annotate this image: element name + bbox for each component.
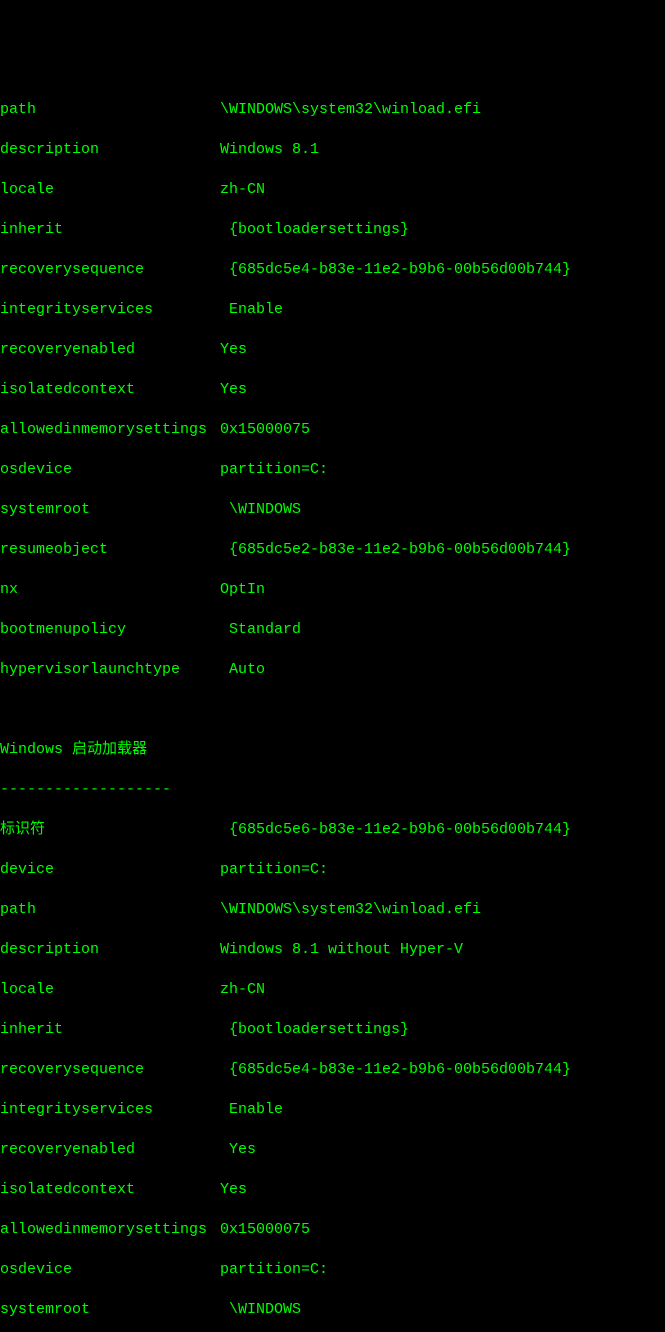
- config-key: path: [0, 900, 220, 920]
- config-value: OptIn: [220, 580, 265, 600]
- config-row: localezh-CN: [0, 180, 665, 200]
- config-key: description: [0, 140, 220, 160]
- config-value: {bootloadersettings}: [220, 1020, 409, 1040]
- config-row: recoveryenabled Yes: [0, 1140, 665, 1160]
- config-row: path\WINDOWS\system32\winload.efi: [0, 100, 665, 120]
- config-key: osdevice: [0, 1260, 220, 1280]
- config-row: hypervisorlaunchtype Auto: [0, 660, 665, 680]
- config-row: localezh-CN: [0, 980, 665, 1000]
- config-value: {685dc5e4-b83e-11e2-b9b6-00b56d00b744}: [220, 1060, 571, 1080]
- config-value: Standard: [220, 620, 301, 640]
- config-value: {685dc5e6-b83e-11e2-b9b6-00b56d00b744}: [220, 820, 571, 840]
- config-row: nxOptIn: [0, 580, 665, 600]
- config-row: inherit {bootloadersettings}: [0, 220, 665, 240]
- config-row: integrityservices Enable: [0, 1100, 665, 1120]
- config-row: allowedinmemorysettings0x15000075: [0, 1220, 665, 1240]
- config-key: isolatedcontext: [0, 380, 220, 400]
- config-value: Enable: [220, 1100, 283, 1120]
- config-value: Yes: [220, 1180, 247, 1200]
- config-key: recoveryenabled: [0, 1140, 220, 1160]
- config-row: recoverysequence {685dc5e4-b83e-11e2-b9b…: [0, 260, 665, 280]
- config-value: \WINDOWS\system32\winload.efi: [220, 100, 481, 120]
- config-key: allowedinmemorysettings: [0, 1220, 220, 1240]
- config-value: Yes: [220, 340, 247, 360]
- config-key: isolatedcontext: [0, 1180, 220, 1200]
- config-row: recoverysequence {685dc5e4-b83e-11e2-b9b…: [0, 1060, 665, 1080]
- config-value: {bootloadersettings}: [220, 220, 409, 240]
- config-value: {685dc5e4-b83e-11e2-b9b6-00b56d00b744}: [220, 260, 571, 280]
- config-key: description: [0, 940, 220, 960]
- config-value: \WINDOWS: [220, 1300, 301, 1320]
- blank-line: [0, 700, 665, 720]
- config-key: resumeobject: [0, 540, 220, 560]
- config-value: Yes: [220, 1140, 256, 1160]
- config-key: path: [0, 100, 220, 120]
- config-key: integrityservices: [0, 300, 220, 320]
- config-value: Auto: [220, 660, 265, 680]
- config-key: osdevice: [0, 460, 220, 480]
- config-key: inherit: [0, 220, 220, 240]
- config-row: integrityservices Enable: [0, 300, 665, 320]
- section-header: Windows 启动加载器: [0, 740, 665, 760]
- config-key: nx: [0, 580, 220, 600]
- config-row: isolatedcontextYes: [0, 380, 665, 400]
- config-key: bootmenupolicy: [0, 620, 220, 640]
- config-key: inherit: [0, 1020, 220, 1040]
- terminal-output: path\WINDOWS\system32\winload.efi descri…: [0, 80, 665, 1332]
- config-row: systemroot \WINDOWS: [0, 500, 665, 520]
- config-value: zh-CN: [220, 980, 265, 1000]
- config-value: 0x15000075: [220, 1220, 310, 1240]
- config-row: allowedinmemorysettings0x15000075: [0, 420, 665, 440]
- config-value: \WINDOWS\system32\winload.efi: [220, 900, 481, 920]
- config-row: resumeobject {685dc5e2-b83e-11e2-b9b6-00…: [0, 540, 665, 560]
- config-row: systemroot \WINDOWS: [0, 1300, 665, 1320]
- config-value: partition=C:: [220, 460, 328, 480]
- section-divider: -------------------: [0, 780, 665, 800]
- config-row: osdevicepartition=C:: [0, 460, 665, 480]
- config-key: 标识符: [0, 820, 220, 840]
- config-key: locale: [0, 980, 220, 1000]
- config-value: zh-CN: [220, 180, 265, 200]
- config-key: recoverysequence: [0, 260, 220, 280]
- config-row: devicepartition=C:: [0, 860, 665, 880]
- config-value: partition=C:: [220, 860, 328, 880]
- config-row: descriptionWindows 8.1: [0, 140, 665, 160]
- config-row: recoveryenabledYes: [0, 340, 665, 360]
- config-key: hypervisorlaunchtype: [0, 660, 220, 680]
- config-row: isolatedcontextYes: [0, 1180, 665, 1200]
- config-key: integrityservices: [0, 1100, 220, 1120]
- config-key: device: [0, 860, 220, 880]
- config-value: Windows 8.1: [220, 140, 319, 160]
- config-key: systemroot: [0, 1300, 220, 1320]
- config-key: allowedinmemorysettings: [0, 420, 220, 440]
- config-value: Yes: [220, 380, 247, 400]
- config-value: {685dc5e2-b83e-11e2-b9b6-00b56d00b744}: [220, 540, 571, 560]
- config-row: inherit {bootloadersettings}: [0, 1020, 665, 1040]
- config-row: descriptionWindows 8.1 without Hyper-V: [0, 940, 665, 960]
- config-key: recoverysequence: [0, 1060, 220, 1080]
- config-row: path\WINDOWS\system32\winload.efi: [0, 900, 665, 920]
- config-key: systemroot: [0, 500, 220, 520]
- config-value: Enable: [220, 300, 283, 320]
- config-key: locale: [0, 180, 220, 200]
- config-value: 0x15000075: [220, 420, 310, 440]
- config-row: osdevicepartition=C:: [0, 1260, 665, 1280]
- config-row: 标识符 {685dc5e6-b83e-11e2-b9b6-00b56d00b74…: [0, 820, 665, 840]
- config-key: recoveryenabled: [0, 340, 220, 360]
- config-row: bootmenupolicy Standard: [0, 620, 665, 640]
- config-value: partition=C:: [220, 1260, 328, 1280]
- config-value: Windows 8.1 without Hyper-V: [220, 940, 463, 960]
- config-value: \WINDOWS: [220, 500, 301, 520]
